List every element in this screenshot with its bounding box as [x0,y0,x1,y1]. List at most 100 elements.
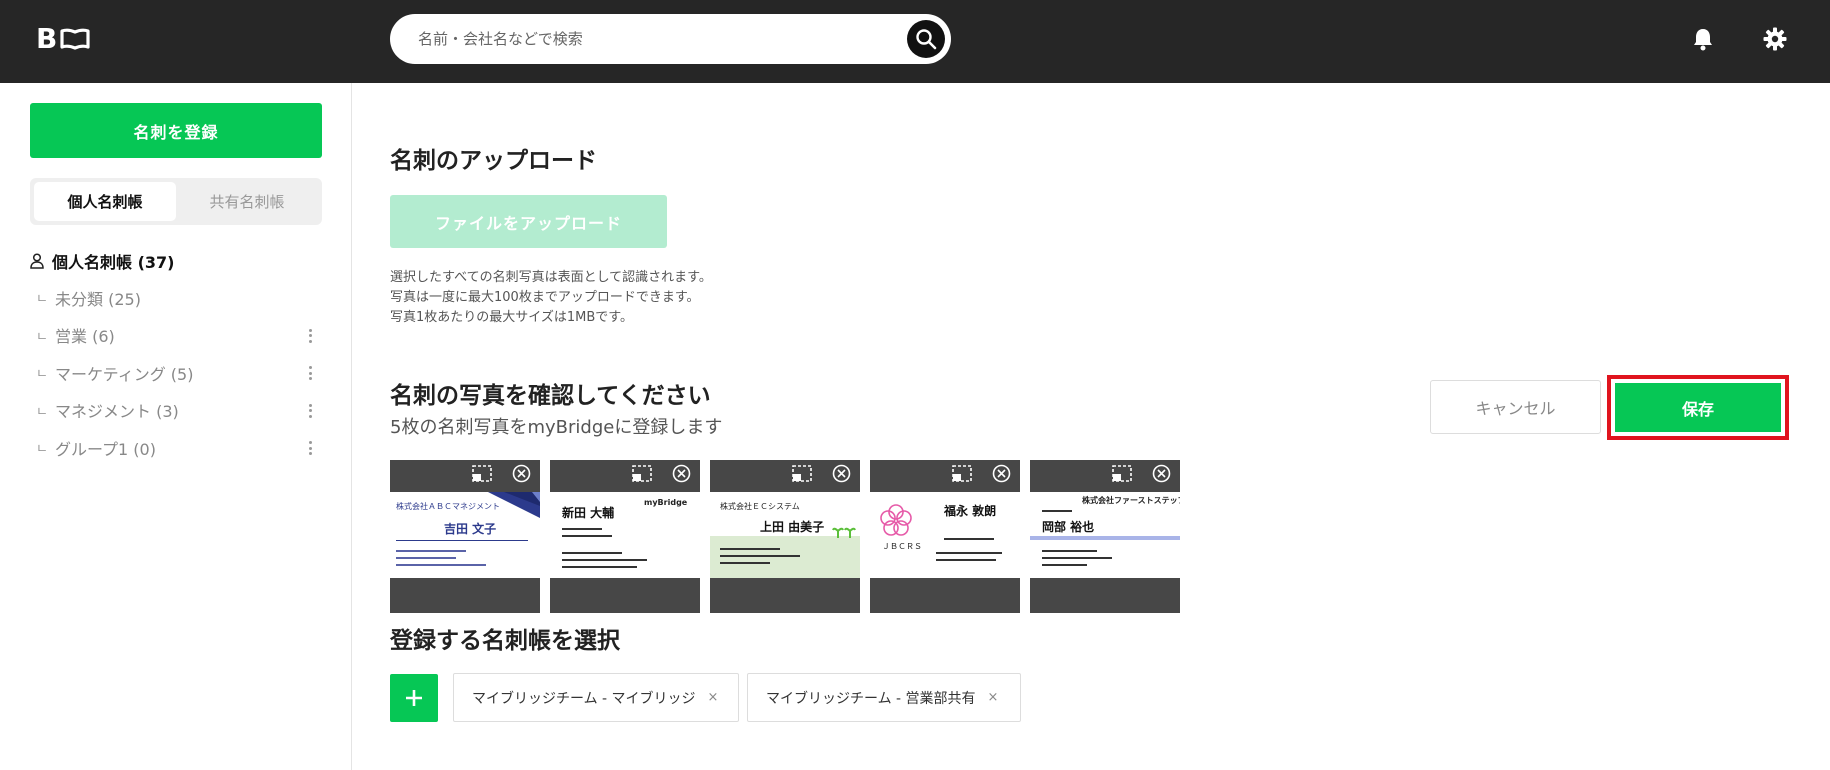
cardbook-nav: 個人名刺帳 (37) ㄴ 未分類 (25) ㄴ 営業 (6) ㄴ マーケティング… [30,243,322,467]
confirm-heading: 名刺の写真を確認してください [390,383,711,409]
business-card-image: 株式会社ＡＢＣマネジメント 吉田 文子 [390,492,540,578]
save-button[interactable]: 保存 [1615,383,1781,432]
nav-item-management[interactable]: ㄴ マネジメント (3) [30,392,322,430]
notifications-button[interactable] [1688,24,1718,54]
card-thumbnail[interactable]: 株式会社ＡＢＣマネジメント 吉田 文子 [390,460,540,613]
crop-icon[interactable] [792,465,812,482]
card-text-line [562,559,647,561]
plus-icon [406,690,422,706]
card-text-line [944,538,994,540]
book-logo-icon [60,28,90,50]
remove-circle-icon[interactable] [672,464,691,483]
nav-item-group1[interactable]: ㄴ グループ1 (0) [30,429,322,467]
business-card-image: myBridge 新田 大輔 [550,492,700,578]
sprout-graphic [832,527,856,538]
branch-marker: ㄴ [36,292,48,308]
business-card-image: ＪＢＣＲＳ 福永 敦朗 [870,492,1020,578]
tab-shared-cardbook[interactable]: 共有名刺帳 [176,182,318,221]
card-thumbnail[interactable]: ＪＢＣＲＳ 福永 敦朗 [870,460,1020,613]
sidebar: 名刺を登録 個人名刺帳 共有名刺帳 個人名刺帳 (37) ㄴ 未分類 (25) … [0,83,352,770]
upload-notes: 選択したすべての名刺写真は表面として認識されます。 写真は一度に最大100枚まで… [390,268,712,328]
card-divider [396,540,528,541]
card-person-name: 吉田 文子 [444,522,497,536]
cardbook-chip: マイブリッジチーム - マイブリッジ × [453,673,739,722]
search-bar [390,14,951,64]
card-person-name: 上田 由美子 [760,520,825,534]
card-text-line [1042,564,1087,566]
card-text-line [562,535,612,537]
gear-icon [1763,27,1787,51]
card-company: 株式会社ファーストステップ [1082,496,1180,505]
remove-circle-icon[interactable] [992,464,1011,483]
remove-circle-icon[interactable] [832,464,851,483]
card-text-line [936,552,1002,554]
person-icon [30,253,44,269]
main-content: 名刺のアップロード ファイルをアップロード 選択したすべての名刺写真は表面として… [353,83,1830,770]
remove-circle-icon[interactable] [1152,464,1171,483]
nav-item-label: 未分類 (25) [55,289,141,309]
nav-item-label: 営業 (6) [55,327,115,347]
top-header: B [0,0,1830,83]
settings-button[interactable] [1760,24,1790,54]
nav-item-unclassified[interactable]: ㄴ 未分類 (25) [30,279,322,317]
nav-item-label: マーケティング (5) [55,364,194,384]
search-input[interactable] [418,14,888,64]
nav-item-label: グループ1 (0) [55,439,156,459]
cardbook-chip: マイブリッジチーム - 営業部共有 × [747,673,1021,722]
nav-root-personal[interactable]: 個人名刺帳 (37) [30,243,322,279]
card-text-line [720,555,800,557]
search-icon [916,29,937,50]
chip-remove-button[interactable]: × [708,690,719,705]
select-cardbook-heading: 登録する名刺帳を選択 [390,628,620,654]
business-card-image: 株式会社ファーストステップ 岡部 裕也 [1030,492,1180,578]
cardbook-tabs: 個人名刺帳 共有名刺帳 [30,178,322,225]
chip-label: マイブリッジチーム - 営業部共有 [766,690,976,707]
upload-note: 選択したすべての名刺写真は表面として認識されます。 [390,270,712,285]
card-text-line [1042,550,1097,552]
more-vertical-icon[interactable] [302,327,318,345]
crop-icon[interactable] [632,465,652,482]
crop-icon[interactable] [1112,465,1132,482]
card-company: ＪＢＣＲＳ [882,542,922,551]
card-text-line [562,566,637,568]
nav-item-sales[interactable]: ㄴ 営業 (6) [30,317,322,355]
card-company: 株式会社ＥＣシステム [720,502,800,511]
business-card-image: 株式会社ＥＣシステム 上田 由美子 [710,492,860,578]
card-person-name: 新田 大輔 [562,506,615,520]
card-text-line [1042,557,1112,559]
add-cardbook-button[interactable] [390,674,438,722]
more-vertical-icon[interactable] [302,402,318,420]
nav-item-marketing[interactable]: ㄴ マーケティング (5) [30,354,322,392]
bell-icon [1694,29,1712,51]
cancel-button[interactable]: キャンセル [1430,380,1601,434]
more-vertical-icon[interactable] [302,439,318,457]
card-thumbnails: 株式会社ＡＢＣマネジメント 吉田 文子 myBridge 新田 大輔 株式会社Ｅ… [390,460,1180,613]
branch-marker: ㄴ [36,442,48,458]
tab-personal-cardbook[interactable]: 個人名刺帳 [34,182,176,221]
card-person-name: 岡部 裕也 [1042,520,1095,534]
remove-circle-icon[interactable] [512,464,531,483]
card-thumbnail[interactable]: 株式会社ＥＣシステム 上田 由美子 [710,460,860,613]
card-thumbnail[interactable]: 株式会社ファーストステップ 岡部 裕也 [1030,460,1180,613]
card-company: 株式会社ＡＢＣマネジメント [396,502,500,511]
search-button[interactable] [907,20,945,58]
logo-letter: B [36,22,58,55]
crop-icon[interactable] [472,465,492,482]
nav-item-label: マネジメント (3) [55,402,179,422]
upload-file-button[interactable]: ファイルをアップロード [390,195,667,248]
card-text-line [936,559,996,561]
app-logo[interactable]: B [36,24,90,54]
branch-marker: ㄴ [36,367,48,383]
upload-heading: 名刺のアップロード [390,148,597,174]
card-person-name: 福永 敦朗 [944,504,997,518]
card-company: myBridge [644,498,688,507]
more-vertical-icon[interactable] [302,364,318,382]
flower-logo-graphic [880,504,912,536]
chip-remove-button[interactable]: × [988,690,999,705]
crop-icon[interactable] [952,465,972,482]
card-thumbnail[interactable]: myBridge 新田 大輔 [550,460,700,613]
card-text-line [396,557,456,559]
card-text-line [562,528,602,530]
card-text-line [396,564,486,566]
register-card-button[interactable]: 名刺を登録 [30,103,322,158]
